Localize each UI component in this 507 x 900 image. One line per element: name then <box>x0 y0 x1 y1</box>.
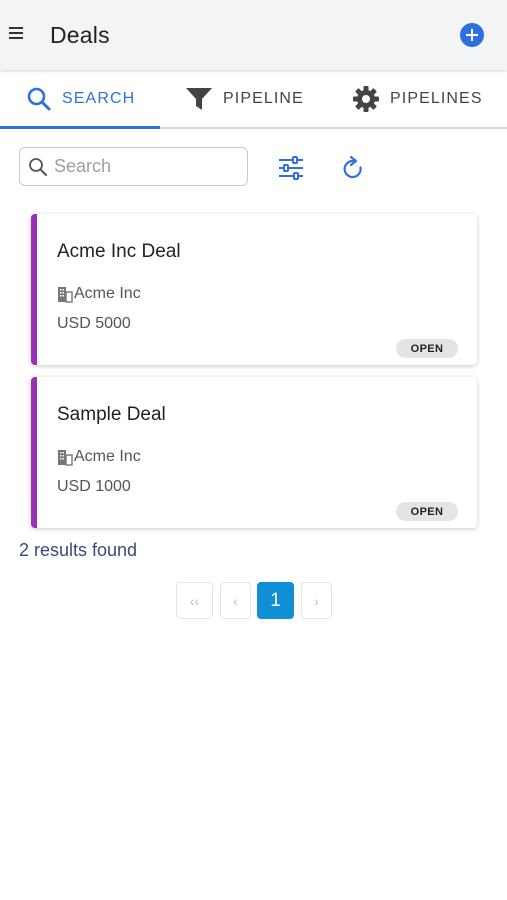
add-deal-button[interactable] <box>460 23 484 47</box>
tab-bar: SEARCH PIPELINE PIPELINES <box>0 70 507 129</box>
tab-pipelines-label: PIPELINES <box>390 90 483 107</box>
tab-search-label: SEARCH <box>62 90 136 107</box>
status-badge: OPEN <box>396 339 458 358</box>
deal-company: Acme Inc <box>57 448 141 466</box>
deal-card[interactable]: Acme Inc Deal Acme Inc USD 5000 OPEN <box>31 214 477 365</box>
search-icon <box>29 157 47 176</box>
hamburger-menu-icon[interactable] <box>6 22 26 44</box>
page-button-current[interactable]: 1 <box>257 582 294 619</box>
gear-icon <box>353 86 379 112</box>
previous-page-button[interactable]: ‹ <box>220 582 251 619</box>
first-page-button[interactable]: ‹‹ <box>176 582 213 619</box>
deal-amount: USD 1000 <box>57 478 131 495</box>
deal-company: Acme Inc <box>57 285 141 303</box>
tab-pipeline[interactable]: PIPELINE <box>185 70 304 128</box>
tab-pipelines[interactable]: PIPELINES <box>352 70 483 128</box>
next-page-button[interactable]: › <box>301 582 332 619</box>
active-tab-indicator <box>0 126 160 129</box>
app-bar: Deals <box>0 0 507 70</box>
deal-amount: USD 5000 <box>57 315 131 332</box>
filter-button[interactable] <box>278 156 304 180</box>
deal-title: Sample Deal <box>57 404 166 425</box>
tab-pipeline-label: PIPELINE <box>223 90 304 107</box>
search-input[interactable] <box>54 156 234 177</box>
refresh-icon <box>343 155 362 179</box>
deal-title: Acme Inc Deal <box>57 241 181 262</box>
search-icon <box>27 87 51 111</box>
deal-card[interactable]: Sample Deal Acme Inc USD 1000 OPEN <box>31 377 477 528</box>
deal-company-name: Acme Inc <box>74 285 141 302</box>
deal-company-name: Acme Inc <box>74 448 141 465</box>
results-count: 2 results found <box>19 540 138 560</box>
status-badge: OPEN <box>396 502 458 521</box>
building-icon <box>58 449 73 466</box>
building-icon <box>58 286 73 303</box>
refresh-button[interactable] <box>340 155 366 183</box>
tab-search[interactable]: SEARCH <box>26 70 135 128</box>
plus-circle-icon <box>466 29 478 41</box>
search-field[interactable] <box>19 147 248 186</box>
page-title: Deals <box>50 22 110 48</box>
sliders-icon <box>279 156 303 180</box>
funnel-icon <box>186 88 212 110</box>
